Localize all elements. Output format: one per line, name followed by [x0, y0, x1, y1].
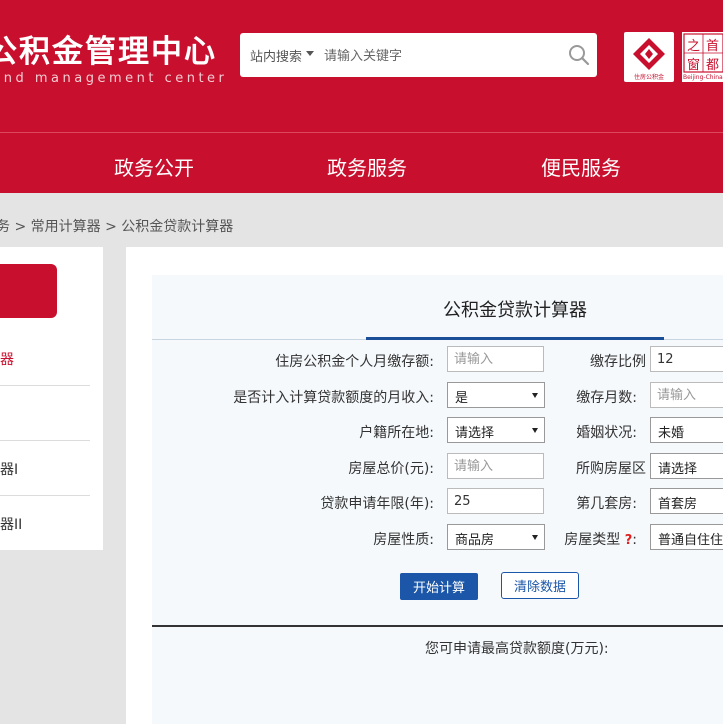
- title-accent-bar: [366, 337, 664, 340]
- select-arrow-icon: [532, 428, 538, 433]
- property-nature-value: 商品房: [455, 533, 495, 548]
- breadcrumb: 务 > 常用计算器 > 公积金贷款计算器: [0, 216, 233, 236]
- sidebar-divider: [0, 495, 90, 496]
- personal-deposit-label: 住房公积金个人月缴存额:: [275, 354, 434, 370]
- property-nature-select[interactable]: 商品房: [447, 524, 545, 550]
- house-type-select[interactable]: 普通自住住: [650, 524, 723, 550]
- deposit-months-label: 缴存月数:: [576, 390, 637, 406]
- house-price-label: 房屋总价(元):: [348, 461, 434, 477]
- site-title: 公积金管理中心: [0, 34, 217, 70]
- breadcrumb-item[interactable]: 务: [0, 219, 10, 235]
- breadcrumb-separator: >: [105, 219, 117, 235]
- nth-house-select[interactable]: 首套房: [650, 488, 723, 514]
- district-value: 请选择: [658, 462, 698, 477]
- deposit-ratio-input[interactable]: [650, 346, 723, 372]
- include-income-value: 是: [455, 391, 469, 406]
- capital-seal-logo[interactable]: 之 首 窗 都 Beijing-China: [682, 32, 723, 82]
- nth-house-value: 首套房: [658, 497, 698, 512]
- sidebar-item-active[interactable]: 器: [0, 349, 90, 369]
- calculator-title: 公积金贷款计算器: [443, 300, 587, 321]
- nav-item-gov-service[interactable]: 政务服务: [327, 152, 407, 181]
- marital-label: 婚姻状况:: [576, 425, 637, 441]
- search-scope-dropdown[interactable]: 站内搜索: [250, 46, 302, 65]
- result-label: 您可申请最高贷款额度(万元):: [425, 641, 609, 657]
- sidebar: 器 器I 器II: [0, 247, 103, 550]
- main-nav: 政务公开 政务服务 便民服务: [0, 133, 723, 193]
- sidebar-banner: [0, 264, 57, 318]
- select-arrow-icon: [532, 535, 538, 540]
- hukou-select[interactable]: 请选择: [447, 417, 545, 443]
- sidebar-divider: [0, 440, 90, 441]
- nav-item-public-service[interactable]: 便民服务: [541, 152, 621, 181]
- include-income-label: 是否计入计算贷款额度的月收入:: [233, 390, 434, 406]
- fund-logo[interactable]: 住房公积金: [624, 32, 674, 82]
- nth-house-label: 第几套房:: [576, 496, 637, 512]
- select-arrow-icon: [532, 393, 538, 398]
- calculate-button[interactable]: 开始计算: [400, 573, 478, 600]
- nav-item-gov-open[interactable]: 政务公开: [114, 152, 194, 181]
- district-label: 所购房屋区: [576, 461, 646, 477]
- marital-select[interactable]: 未婚: [650, 417, 723, 443]
- sidebar-item[interactable]: 器I: [0, 459, 90, 479]
- clear-data-button[interactable]: 清除数据: [501, 572, 579, 599]
- caret-down-icon[interactable]: [306, 51, 314, 56]
- sidebar-item[interactable]: 器II: [0, 514, 90, 534]
- search-box: 站内搜索: [240, 33, 597, 77]
- district-select[interactable]: 请选择: [650, 453, 723, 479]
- breadcrumb-current[interactable]: 公积金贷款计算器: [121, 219, 233, 235]
- breadcrumb-item[interactable]: 常用计算器: [31, 219, 101, 235]
- sidebar-divider: [0, 385, 90, 386]
- result-divider: [152, 625, 723, 627]
- house-type-value: 普通自住住: [658, 533, 723, 548]
- breadcrumb-separator: >: [14, 219, 27, 235]
- fund-logo-icon: [633, 38, 665, 70]
- deposit-months-input[interactable]: [650, 382, 723, 408]
- search-input[interactable]: [322, 43, 546, 69]
- marital-value: 未婚: [658, 426, 685, 441]
- site-subtitle: und management center: [0, 71, 228, 86]
- include-income-select[interactable]: 是: [447, 382, 545, 408]
- loan-years-input[interactable]: [447, 488, 544, 514]
- personal-deposit-input[interactable]: [447, 346, 544, 372]
- search-icon[interactable]: [568, 44, 590, 66]
- fund-logo-text: 住房公积金: [633, 74, 664, 81]
- hukou-value: 请选择: [455, 426, 495, 441]
- loan-years-label: 贷款申请年限(年):: [320, 496, 434, 512]
- house-type-label: 房屋类型 ?:: [564, 532, 637, 548]
- deposit-ratio-label: 缴存比例: [590, 354, 646, 370]
- site-header: 公积金管理中心 und management center 站内搜索 住房公积金…: [0, 0, 723, 132]
- sidebar-item[interactable]: [0, 403, 90, 423]
- property-nature-label: 房屋性质:: [373, 532, 434, 548]
- house-price-input[interactable]: [447, 453, 544, 479]
- hukou-label: 户籍所在地:: [359, 425, 434, 441]
